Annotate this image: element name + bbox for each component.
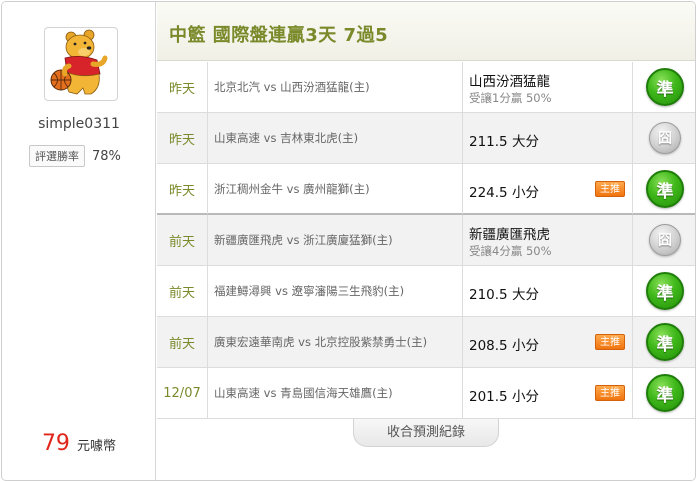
pick-main: 山西汾酒猛龍 [469, 74, 550, 90]
row-result: 準 [633, 164, 695, 214]
table-row: 昨天 浙江稠州金牛 vs 廣州龍獅(主) 224.5 小分 主推 準 [157, 164, 695, 215]
row-pick: 211.5 大分 [463, 113, 633, 163]
table-row: 12/07 山東高速 vs 青島國信海天雄鷹(主) 201.5 小分 主推 準 [157, 368, 695, 419]
collapse-records-button[interactable]: 收合預測紀錄 [353, 419, 499, 447]
featured-badge: 主推 [595, 181, 625, 197]
prediction-card: simple0311 評選勝率 78% 79 元噱幣 中籃 國際盤連贏3天 7過… [1, 1, 696, 481]
row-pick: 224.5 小分 主推 [463, 164, 633, 214]
row-match[interactable]: 廣東宏遠華南虎 vs 北京控股紫禁勇士(主) [208, 317, 463, 367]
pick-main: 201.5 小分 [469, 389, 539, 405]
push-result-icon: 囧 [649, 224, 681, 256]
row-result: 準 [633, 266, 695, 316]
pick-main: 211.5 大分 [469, 134, 539, 150]
pick-main: 210.5 大分 [469, 287, 539, 303]
row-day: 12/07 [157, 368, 208, 418]
row-result: 囧 [633, 113, 695, 163]
row-match[interactable]: 浙江稠州金牛 vs 廣州龍獅(主) [208, 164, 463, 214]
win-rate: 評選勝率 78% [29, 145, 121, 167]
row-day: 昨天 [157, 164, 208, 214]
win-rate-value: 78% [92, 148, 121, 164]
featured-badge: 主推 [595, 385, 625, 401]
win-rate-label: 評選勝率 [29, 145, 85, 167]
row-pick: 208.5 小分 主推 [463, 317, 633, 367]
pick-main: 208.5 小分 [469, 338, 539, 354]
row-match[interactable]: 山東高速 vs 吉林東北虎(主) [208, 113, 463, 163]
row-day: 前天 [157, 215, 208, 265]
featured-badge: 主推 [595, 334, 625, 350]
row-match[interactable]: 福建鱘潯興 vs 遼寧瀋陽三生飛豹(主) [208, 266, 463, 316]
row-result: 準 [633, 62, 695, 112]
push-result-icon: 囧 [649, 122, 681, 154]
row-match[interactable]: 山東高速 vs 青島國信海天雄鷹(主) [208, 368, 463, 418]
win-result-icon: 準 [646, 272, 684, 310]
win-result-icon: 準 [646, 170, 684, 208]
coins: 79 元噱幣 [2, 431, 156, 456]
row-day: 前天 [157, 317, 208, 367]
pooh-basketball-avatar-icon[interactable] [44, 27, 118, 101]
row-day: 昨天 [157, 113, 208, 163]
profile-panel: simple0311 評選勝率 78% 79 元噱幣 [2, 2, 156, 480]
table-row: 前天 新疆廣匯飛虎 vs 浙江廣廈猛獅(主) 新疆廣匯飛虎 受讓4分贏 50% … [157, 215, 695, 266]
pick-main: 新疆廣匯飛虎 [469, 227, 550, 243]
win-result-icon: 準 [646, 323, 684, 361]
coins-unit: 元噱幣 [77, 439, 117, 454]
username[interactable]: simple0311 [2, 116, 156, 132]
page-title[interactable]: 中籃 國際盤連贏3天 7過5 [169, 21, 388, 47]
table-row: 前天 廣東宏遠華南虎 vs 北京控股紫禁勇士(主) 208.5 小分 主推 準 [157, 317, 695, 368]
row-day: 前天 [157, 266, 208, 316]
predictions-panel: 中籃 國際盤連贏3天 7過5 昨天 北京北汽 vs 山西汾酒猛龍(主) 山西汾酒… [157, 2, 695, 480]
row-result: 準 [633, 317, 695, 367]
row-pick: 新疆廣匯飛虎 受讓4分贏 50% [463, 215, 633, 265]
row-result: 準 [633, 368, 695, 418]
pick-sub: 受讓1分贏 50% [469, 91, 552, 105]
pick-main: 224.5 小分 [469, 185, 539, 201]
predictions-header: 中籃 國際盤連贏3天 7過5 [157, 2, 695, 61]
pick-sub: 受讓4分贏 50% [469, 244, 552, 258]
row-day: 昨天 [157, 62, 208, 112]
row-pick: 山西汾酒猛龍 受讓1分贏 50% [463, 62, 633, 112]
coins-value: 79 [41, 431, 70, 456]
table-row: 昨天 山東高速 vs 吉林東北虎(主) 211.5 大分 囧 [157, 113, 695, 164]
row-pick: 210.5 大分 [463, 266, 633, 316]
table-row: 前天 福建鱘潯興 vs 遼寧瀋陽三生飛豹(主) 210.5 大分 準 [157, 266, 695, 317]
table-row: 昨天 北京北汽 vs 山西汾酒猛龍(主) 山西汾酒猛龍 受讓1分贏 50% 準 [157, 62, 695, 113]
win-result-icon: 準 [646, 374, 684, 412]
row-match[interactable]: 北京北汽 vs 山西汾酒猛龍(主) [208, 62, 463, 112]
win-result-icon: 準 [646, 68, 684, 106]
predictions-table: 昨天 北京北汽 vs 山西汾酒猛龍(主) 山西汾酒猛龍 受讓1分贏 50% 準 … [157, 62, 695, 419]
row-result: 囧 [633, 215, 695, 265]
row-pick: 201.5 小分 主推 [463, 368, 633, 418]
row-match[interactable]: 新疆廣匯飛虎 vs 浙江廣廈猛獅(主) [208, 215, 463, 265]
